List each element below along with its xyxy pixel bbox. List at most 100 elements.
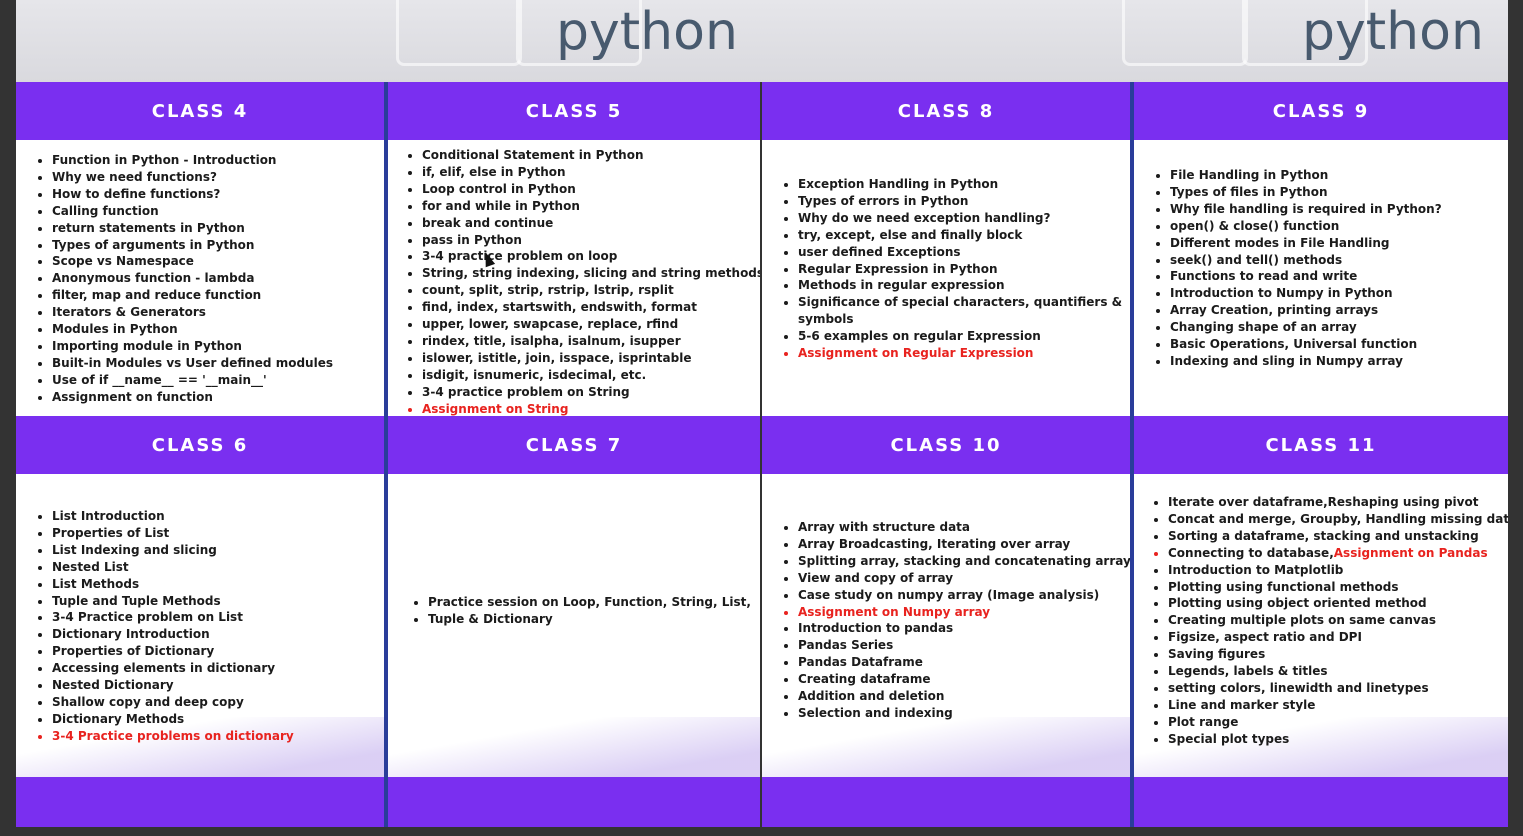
topic-item: Dictionary Methods: [52, 711, 294, 728]
banner-left: python: [16, 0, 762, 82]
topic-item: symbols: [798, 312, 854, 327]
topic-item: Practice session on Loop, Function, Stri…: [428, 594, 751, 611]
topic-item: String, string indexing, slicing and str…: [422, 265, 760, 282]
class-card-10: CLASS 10 Array with structure dataArray …: [762, 416, 1130, 827]
decorative-wave: [762, 717, 1130, 777]
topic-item: Introduction to Numpy in Python: [1170, 285, 1442, 302]
topic-item: isdigit, isnumeric, isdecimal, etc.: [422, 367, 760, 384]
topic-item: Plotting using functional methods: [1168, 579, 1508, 596]
topic-item: count, split, strip, rstrip, lstrip, rsp…: [422, 282, 760, 299]
class-title: CLASS 11: [1134, 416, 1508, 474]
topic-item: Concat and merge, Groupby, Handling miss…: [1168, 511, 1508, 528]
topic-item: Indexing and sling in Numpy array: [1170, 353, 1442, 370]
class-card-7: CLASS 7 Practice session on Loop, Functi…: [388, 416, 760, 827]
topic-item: Different modes in File Handling: [1170, 235, 1442, 252]
topic-item: Properties of List: [52, 525, 294, 542]
topic-item: break and continue: [422, 215, 760, 232]
topic-item: upper, lower, swapcase, replace, rfind: [422, 316, 760, 333]
topic-item: List Indexing and slicing: [52, 542, 294, 559]
topic-item: islower, istitle, join, isspace, isprint…: [422, 350, 760, 367]
topic-item: Assignment on Regular Expression: [798, 345, 1122, 362]
card-footer: [388, 777, 760, 827]
topic-item: Assignment on function: [52, 389, 333, 406]
python-logo-text: python: [556, 2, 738, 62]
topic-item: Pandas Series: [798, 637, 1130, 654]
topic-list: Function in Python - IntroductionWhy we …: [32, 152, 333, 406]
topic-list: File Handling in PythonTypes of files in…: [1150, 167, 1442, 370]
topic-item: Types of files in Python: [1170, 184, 1442, 201]
topic-item: rindex, title, isalpha, isalnum, isupper: [422, 333, 760, 350]
topic-item: Types of errors in Python: [798, 193, 1122, 210]
topic-item: open() & close() function: [1170, 218, 1442, 235]
topic-list: Practice session on Loop, Function, Stri…: [408, 594, 751, 628]
topic-list: Array with structure dataArray Broadcast…: [778, 519, 1130, 722]
topic-item: Shallow copy and deep copy: [52, 694, 294, 711]
class-card-5: CLASS 5 Conditional Statement in Pythoni…: [388, 82, 760, 416]
top-banner: python python: [16, 0, 1508, 82]
topic-item: seek() and tell() methods: [1170, 252, 1442, 269]
class-title: CLASS 9: [1134, 82, 1508, 140]
card-footer: [16, 777, 384, 827]
topic-item: Assignment on Numpy array: [798, 604, 1130, 621]
assignment-highlight: Assignment on Pandas: [1333, 545, 1488, 560]
card-footer: [762, 777, 1130, 827]
class-title: CLASS 5: [388, 82, 760, 140]
topic-list: List IntroductionProperties of ListList …: [32, 508, 294, 745]
topic-item: How to define functions?: [52, 186, 333, 203]
topic-item: Special plot types: [1168, 731, 1508, 748]
class-title: CLASS 7: [388, 416, 760, 474]
topic-item: try, except, else and finally block: [798, 227, 1122, 244]
class-title: CLASS 8: [762, 82, 1130, 140]
topic-list: Exception Handling in PythonTypes of err…: [778, 176, 1122, 362]
topic-item: Calling function: [52, 203, 333, 220]
topic-item: Types of arguments in Python: [52, 237, 333, 254]
topic-item: filter, map and reduce function: [52, 287, 333, 304]
banner-decoration: [396, 0, 522, 66]
topic-item: Methods in regular expression: [798, 277, 1122, 294]
topic-item: return statements in Python: [52, 220, 333, 237]
topic-item: Legends, labels & titles: [1168, 663, 1508, 680]
class-card-9: CLASS 9 File Handling in PythonTypes of …: [1134, 82, 1508, 416]
topic-item: File Handling in Python: [1170, 167, 1442, 184]
class-card-4: CLASS 4 Function in Python - Introductio…: [16, 82, 384, 416]
topic-item: 3-4 Practice problem on List: [52, 609, 294, 626]
decorative-wave: [388, 717, 760, 777]
topic-item: Plotting using object oriented method: [1168, 595, 1508, 612]
class-card-11: CLASS 11 Iterate over dataframe,Reshapin…: [1134, 416, 1508, 827]
topic-item: Loop control in Python: [422, 181, 760, 198]
topic-item: Why file handling is required in Python?: [1170, 201, 1442, 218]
topic-item: Anonymous function - lambda: [52, 270, 333, 287]
topic-item: Array with structure data: [798, 519, 1130, 536]
topic-item: Why do we need exception handling?: [798, 210, 1122, 227]
column-divider: [1130, 82, 1134, 827]
topic-item: Why we need functions?: [52, 169, 333, 186]
banner-right: python: [762, 0, 1508, 82]
topic-item: 3-4 practice problem on loop: [422, 248, 760, 265]
topic-item: find, index, startswith, endswith, forma…: [422, 299, 760, 316]
banner-decoration: [1122, 0, 1248, 66]
class-card-8: CLASS 8 Exception Handling in PythonType…: [762, 82, 1130, 416]
topic-item: Basic Operations, Universal function: [1170, 336, 1442, 353]
topic-item: Introduction to Matplotlib: [1168, 562, 1508, 579]
topic-item: Plot range: [1168, 714, 1508, 731]
topic-item: Conditional Statement in Python: [422, 147, 760, 164]
topic-item: Tuple and Tuple Methods: [52, 593, 294, 610]
topic-item: Importing module in Python: [52, 338, 333, 355]
topic-item: Assignment on String: [422, 401, 760, 416]
topic-item: Splitting array, stacking and concatenat…: [798, 553, 1130, 570]
topic-item: 5-6 examples on regular Expression: [798, 328, 1122, 345]
topic-item: Function in Python - Introduction: [52, 152, 333, 169]
topic-item: Iterators & Generators: [52, 304, 333, 321]
class-title: CLASS 6: [16, 416, 384, 474]
topic-item: if, elif, else in Python: [422, 164, 760, 181]
topic-item: Saving figures: [1168, 646, 1508, 663]
topic-item: for and while in Python: [422, 198, 760, 215]
topic-item: Array Broadcasting, Iterating over array: [798, 536, 1130, 553]
topic-item: Exception Handling in Python: [798, 176, 1122, 193]
topic-item: 3-4 Practice problems on dictionary: [52, 728, 294, 745]
class-grid: CLASS 4 Function in Python - Introductio…: [16, 82, 1508, 827]
topic-item: Accessing elements in dictionary: [52, 660, 294, 677]
topic-item: Line and marker style: [1168, 697, 1508, 714]
topic-item: Pandas Dataframe: [798, 654, 1130, 671]
topic-item: Significance of special characters, quan…: [798, 294, 1122, 311]
